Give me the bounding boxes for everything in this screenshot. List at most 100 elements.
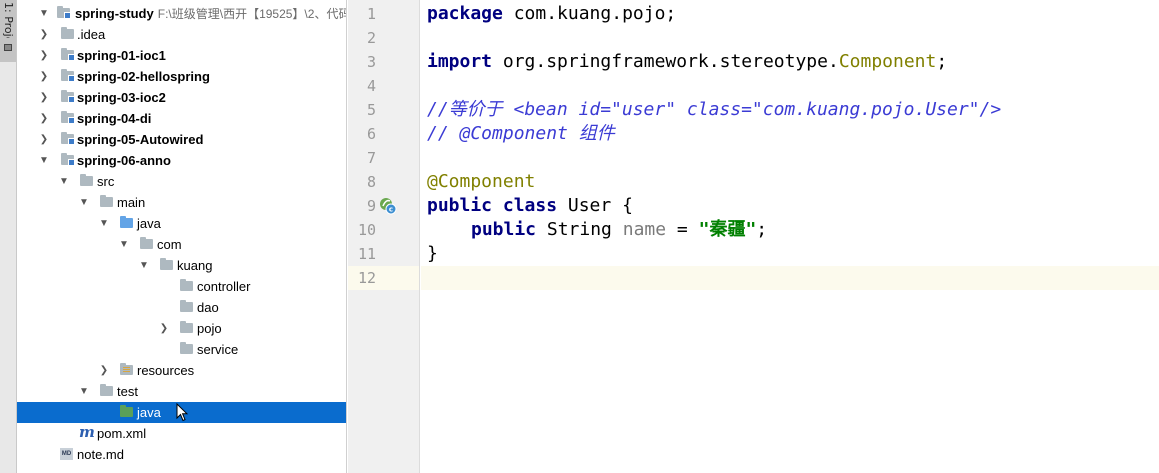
tree-item-label: .idea: [77, 27, 106, 42]
tree-item-label: spring-03-ioc2: [77, 90, 166, 105]
string-literal: "秦疆": [698, 219, 757, 240]
tree-item-label: spring-04-di: [77, 111, 152, 126]
chevron-down-icon[interactable]: ▼: [119, 238, 129, 251]
chevron-down-icon[interactable]: ▼: [79, 385, 89, 398]
tree-item[interactable]: ▼ kuang: [17, 255, 346, 276]
module-folder-icon: [61, 153, 75, 166]
module-folder-icon: [61, 69, 75, 82]
tree-item[interactable]: ▼ spring-06-anno: [17, 150, 346, 171]
chevron-down-icon[interactable]: ▼: [99, 217, 109, 230]
line-number: 5: [366, 101, 376, 119]
tree-item[interactable]: ❯ spring-05-Autowired: [17, 129, 346, 150]
project-tool-tab[interactable]: 1: Project: [0, 0, 16, 62]
line-number: 6: [366, 125, 376, 143]
chevron-down-icon[interactable]: ▼: [39, 154, 49, 167]
chevron-right-icon[interactable]: ❯: [39, 28, 49, 41]
project-path: F:\班级管理\西开【19525】\2、代码\s: [157, 7, 347, 21]
tree-item[interactable]: ❯ spring-02-hellospring: [17, 66, 346, 87]
tree-item[interactable]: ❯ resources: [17, 360, 346, 381]
tree-item[interactable]: ▼ java: [17, 213, 346, 234]
tree-item[interactable]: m pom.xml: [17, 423, 346, 444]
tree-item-label: note.md: [77, 447, 124, 462]
tree-item[interactable]: ❯ spring-03-ioc2: [17, 87, 346, 108]
chevron-down-icon[interactable]: ▼: [39, 7, 49, 20]
line-number: 2: [366, 29, 376, 47]
chevron-down-icon[interactable]: ▼: [139, 259, 149, 272]
tree-item[interactable]: service: [17, 339, 346, 360]
project-tool-icon: [4, 44, 12, 51]
folder-icon: [61, 27, 74, 39]
chevron-right-icon[interactable]: ❯: [39, 49, 49, 62]
code-editor[interactable]: package com.kuang.pojo; import org.sprin…: [421, 0, 1159, 473]
line-number: 1: [366, 5, 376, 23]
tool-window-strip: 1: Project: [0, 0, 17, 473]
tree-item[interactable]: ▼ src: [17, 171, 346, 192]
folder-icon: [100, 384, 113, 396]
chevron-right-icon[interactable]: ❯: [39, 133, 49, 146]
line-number: 12: [357, 269, 376, 287]
semicolon: ;: [936, 51, 948, 72]
keyword: public class: [427, 195, 558, 216]
tree-item[interactable]: MD note.md: [17, 444, 346, 465]
mouse-cursor-icon: [176, 403, 188, 422]
field-name: name: [622, 219, 667, 240]
tree-item-label: spring-02-hellospring: [77, 69, 210, 84]
chevron-down-icon[interactable]: ▼: [59, 175, 69, 188]
tree-item[interactable]: dao: [17, 297, 346, 318]
source-folder-icon: [120, 216, 133, 228]
tree-item-label: test: [117, 384, 138, 399]
tree-item[interactable]: ▼ com: [17, 234, 346, 255]
chevron-right-icon[interactable]: ❯: [39, 112, 49, 125]
code-line-8: @Component: [427, 171, 536, 192]
package-icon: [180, 342, 193, 354]
svg-text:c: c: [389, 206, 393, 214]
package-icon: [180, 300, 193, 312]
tree-item[interactable]: ❯ pojo: [17, 318, 346, 339]
module-folder-icon: [61, 111, 75, 124]
tree-item[interactable]: ▼ main: [17, 192, 346, 213]
tree-item-label: main: [117, 195, 146, 210]
maven-icon: m: [79, 423, 95, 441]
code-line-5: //等价于 <bean id="user" class="com.kuang.p…: [427, 99, 1002, 120]
assign-operator: =: [666, 219, 699, 240]
code-line-6: // @Component 组件: [427, 123, 615, 144]
package-icon: [140, 237, 153, 249]
chevron-right-icon[interactable]: ❯: [159, 322, 169, 335]
module-folder-icon: [61, 132, 75, 145]
tree-item-label: pojo: [197, 321, 222, 336]
tree-item-label: kuang: [177, 258, 213, 273]
tree-item[interactable]: ❯ spring-01-ioc1: [17, 45, 346, 66]
line-number: 4: [366, 77, 376, 95]
chevron-right-icon[interactable]: ❯: [39, 91, 49, 104]
keyword: import: [427, 51, 493, 72]
tree-item-label: pom.xml: [97, 426, 147, 441]
tree-item[interactable]: controller: [17, 276, 346, 297]
line-number: 10: [357, 221, 376, 239]
folder-icon: [100, 195, 113, 207]
tree-item[interactable]: ❯ spring-04-di: [17, 108, 346, 129]
code-line-3: import org.springframework.stereotype.Co…: [427, 50, 947, 74]
tree-item[interactable]: ▼ test: [17, 381, 346, 402]
spring-bean-icon[interactable]: c: [378, 196, 398, 216]
keyword: public: [471, 219, 537, 240]
tree-item-label: service: [197, 342, 239, 357]
project-tool-tab-label: 1: Project: [2, 2, 15, 38]
tree-item-label: spring-05-Autowired: [77, 132, 204, 147]
package-name: com.kuang.pojo;: [502, 3, 677, 24]
import-package: org.springframework.stereotype.: [492, 51, 839, 72]
tree-item-root[interactable]: ▼ spring-study F:\班级管理\西开【19525】\2、代码\s: [17, 3, 347, 24]
editor-gutter[interactable]: 1 2 3 4 5 6 7 8 9 10 11 12 c: [348, 0, 420, 473]
tree-item-label: spring-01-ioc1: [77, 48, 166, 63]
chevron-right-icon[interactable]: ❯: [39, 70, 49, 83]
line-number: 11: [357, 245, 376, 263]
line-number: 9: [366, 197, 376, 215]
folder-icon: [80, 174, 93, 186]
current-line-highlight: [421, 266, 1159, 290]
package-icon: [180, 321, 193, 333]
tree-item-label: java: [137, 405, 161, 420]
chevron-right-icon[interactable]: ❯: [99, 364, 109, 377]
tree-item[interactable]: ❯ .idea: [17, 24, 346, 45]
chevron-down-icon[interactable]: ▼: [79, 196, 89, 209]
type-name: String: [536, 219, 623, 240]
line-number: 8: [366, 173, 376, 191]
